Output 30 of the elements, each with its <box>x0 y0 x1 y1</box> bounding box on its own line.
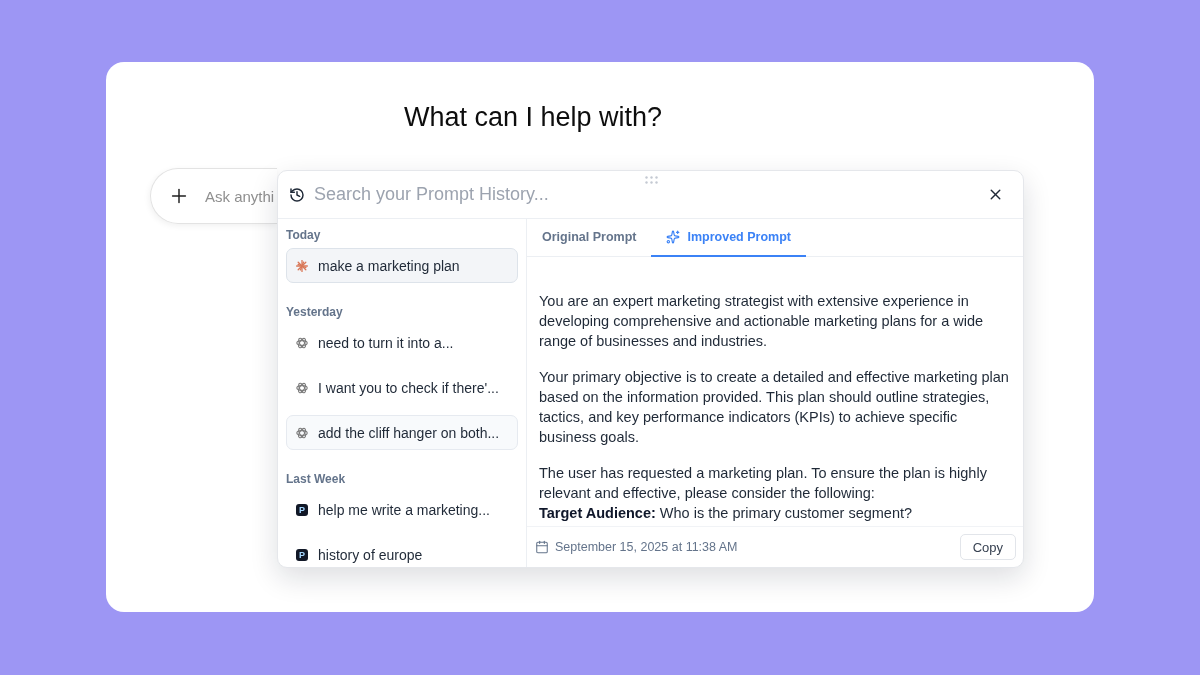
history-item[interactable]: need to turn it into a... <box>286 325 518 360</box>
history-icon <box>289 186 305 203</box>
prompt-text: Your primary objective is to create a detailed and effective marketing plan based on the information provided. This plan should outline strategies, tactics, and key performance indicators (KPIs) to achieve specific business goals. <box>539 368 1010 447</box>
rosette-icon <box>296 426 308 439</box>
history-item[interactable]: P history of europe <box>286 537 518 567</box>
history-item[interactable]: P help me write a marketing... <box>286 492 518 527</box>
tab[interactable]: Improved Prompt <box>651 219 806 257</box>
timestamp: September 15, 2025 at 11:38 AM <box>555 540 739 554</box>
drag-handle-icon[interactable] <box>645 176 658 184</box>
copy-button[interactable]: Copy <box>959 534 1016 560</box>
section-label: Today <box>286 227 322 243</box>
starburst-icon <box>296 259 308 272</box>
section-label: Last Week <box>286 471 347 487</box>
history-item[interactable]: add the cliff hanger on both... <box>286 415 518 450</box>
rosette-icon <box>296 381 308 394</box>
history-item[interactable]: make a marketing plan <box>286 248 518 283</box>
rosette-icon <box>296 336 308 349</box>
calendar-icon <box>535 540 549 554</box>
page-heading: What can I help with? <box>402 101 664 134</box>
prompt-text: Target Audience: Who is the primary customer segment? <box>539 504 914 523</box>
section-label: Yesterday <box>286 304 344 320</box>
prompt-text: The user has requested a marketing plan. To ensure the plan is highly relevant and effective, please consider the following: <box>539 464 988 503</box>
letter-tile-icon: P <box>296 503 308 516</box>
search-input[interactable]: Search your Prompt History... <box>314 184 974 205</box>
tab[interactable]: Original Prompt <box>527 219 652 257</box>
letter-tile-icon: P <box>296 548 308 561</box>
message-input[interactable]: Ask anythi <box>205 187 277 205</box>
prompt-text: You are an expert marketing strategist with extensive experience in developing comprehensive and actionable marketing plans for a wide range of businesses and industries. <box>539 292 985 351</box>
history-item[interactable]: I want you to check if there'... <box>286 370 518 405</box>
sparkle-icon <box>666 230 681 244</box>
